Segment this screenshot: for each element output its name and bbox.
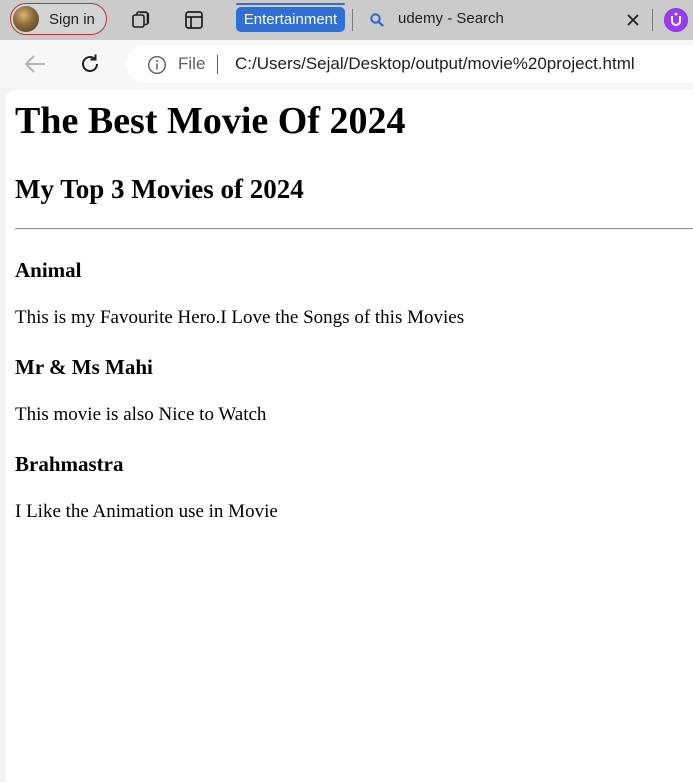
page-subtitle: My Top 3 Movies of 2024 xyxy=(15,174,304,204)
tab-actions-icon[interactable] xyxy=(183,9,205,31)
omnibox[interactable]: File C:/Users/Sejal/Desktop/output/movie… xyxy=(126,45,693,83)
omnibox-separator xyxy=(217,55,218,74)
page-viewport: The Best Movie Of 2024 My Top 3 Movies o… xyxy=(6,90,693,782)
divider xyxy=(15,228,693,230)
active-tab-title[interactable]: udemy - Search xyxy=(398,10,504,27)
movie-description: This movie is also Nice to Watch xyxy=(15,404,267,425)
tab-group-entertainment[interactable]: Entertainment xyxy=(236,7,345,32)
address-bar-toolbar: File C:/Users/Sejal/Desktop/output/movie… xyxy=(0,40,693,88)
back-arrow-icon[interactable] xyxy=(22,53,48,75)
extension-icon[interactable] xyxy=(664,8,688,32)
movie-description: This is my Favourite Hero.I Love the Son… xyxy=(15,307,465,328)
close-icon[interactable] xyxy=(624,11,642,29)
workspaces-icon[interactable] xyxy=(130,9,152,31)
avatar-icon xyxy=(13,6,39,32)
profile-sign-in-button[interactable]: Sign in xyxy=(10,3,107,35)
url-text[interactable]: C:/Users/Sejal/Desktop/output/movie%20pr… xyxy=(235,54,635,74)
scheme-label: File xyxy=(178,54,206,73)
movie-title: Brahmastra xyxy=(15,452,124,476)
reload-icon[interactable] xyxy=(78,52,102,76)
movie-title: Mr & Ms Mahi xyxy=(15,355,153,379)
sign-in-label: Sign in xyxy=(49,11,95,28)
movie-title: Animal xyxy=(15,258,82,282)
tab-strip: Sign in Entertainment udemy - Search xyxy=(0,0,693,40)
movie-description: I Like the Animation use in Movie xyxy=(15,501,278,522)
tab-separator xyxy=(352,9,353,31)
page-title: The Best Movie Of 2024 xyxy=(15,100,406,142)
search-icon xyxy=(369,12,385,28)
tab-group-indicator xyxy=(236,3,345,5)
info-icon[interactable] xyxy=(147,55,167,75)
tab-separator xyxy=(652,9,653,31)
